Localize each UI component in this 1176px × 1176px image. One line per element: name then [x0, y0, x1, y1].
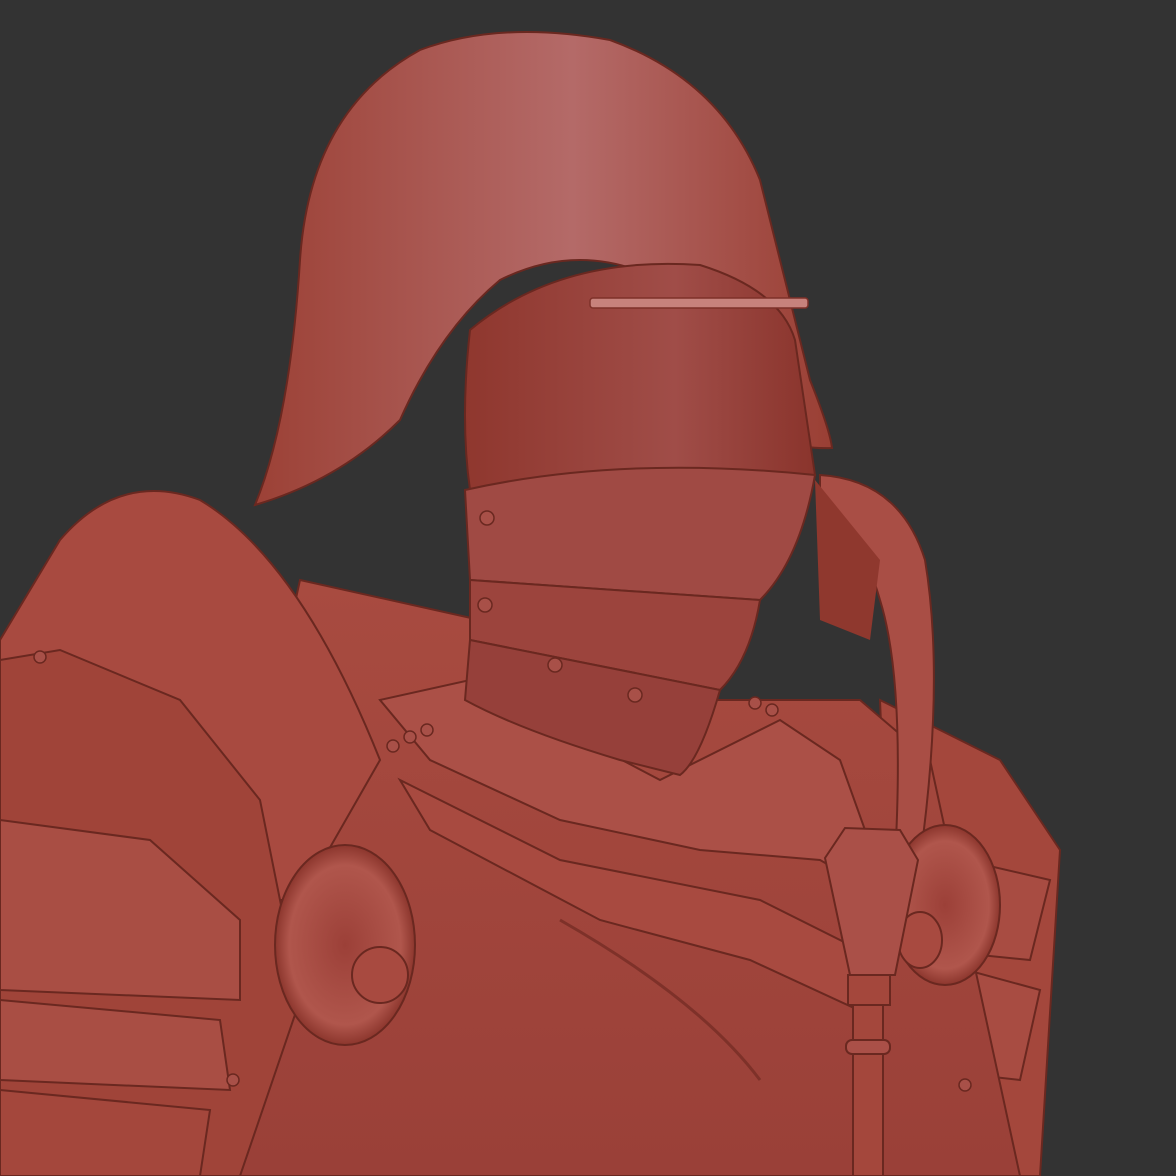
- armor-render-canvas: [0, 0, 1176, 1176]
- left-rondel: [274, 844, 416, 1046]
- eye-slit: [589, 297, 809, 309]
